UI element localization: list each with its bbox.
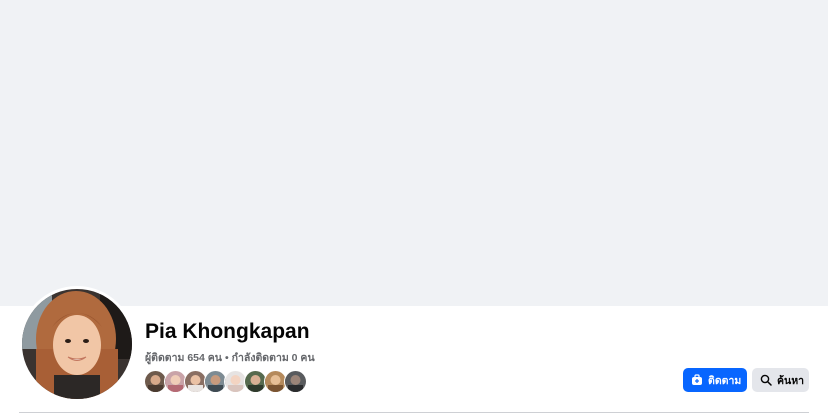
cover-photo[interactable] [0,0,828,306]
profile-divider [19,412,809,413]
follow-button-label: ติดตาม [708,374,742,387]
following-count-link[interactable]: กำลังติดตาม 0 คน [232,352,315,364]
search-button[interactable]: ค้นหา [752,368,809,392]
follow-button[interactable]: ติดตาม [683,368,747,392]
profile-avatar[interactable] [22,289,132,399]
followers-count-link[interactable]: ผู้ติดตาม 654 คน [145,352,222,364]
follow-stats: ผู้ติดตาม 654 คน • กำลังติดตาม 0 คน [145,349,315,366]
profile-page: Pia Khongkapan ผู้ติดตาม 654 คน • กำลังติด… [0,0,828,415]
follower-avatar[interactable] [284,370,307,393]
follow-icon [691,374,703,386]
search-icon [760,374,772,386]
follower-avatars [144,370,307,393]
search-button-label: ค้นหา [777,374,805,387]
profile-name: Pia Khongkapan [145,320,310,343]
stats-separator: • [224,352,229,364]
